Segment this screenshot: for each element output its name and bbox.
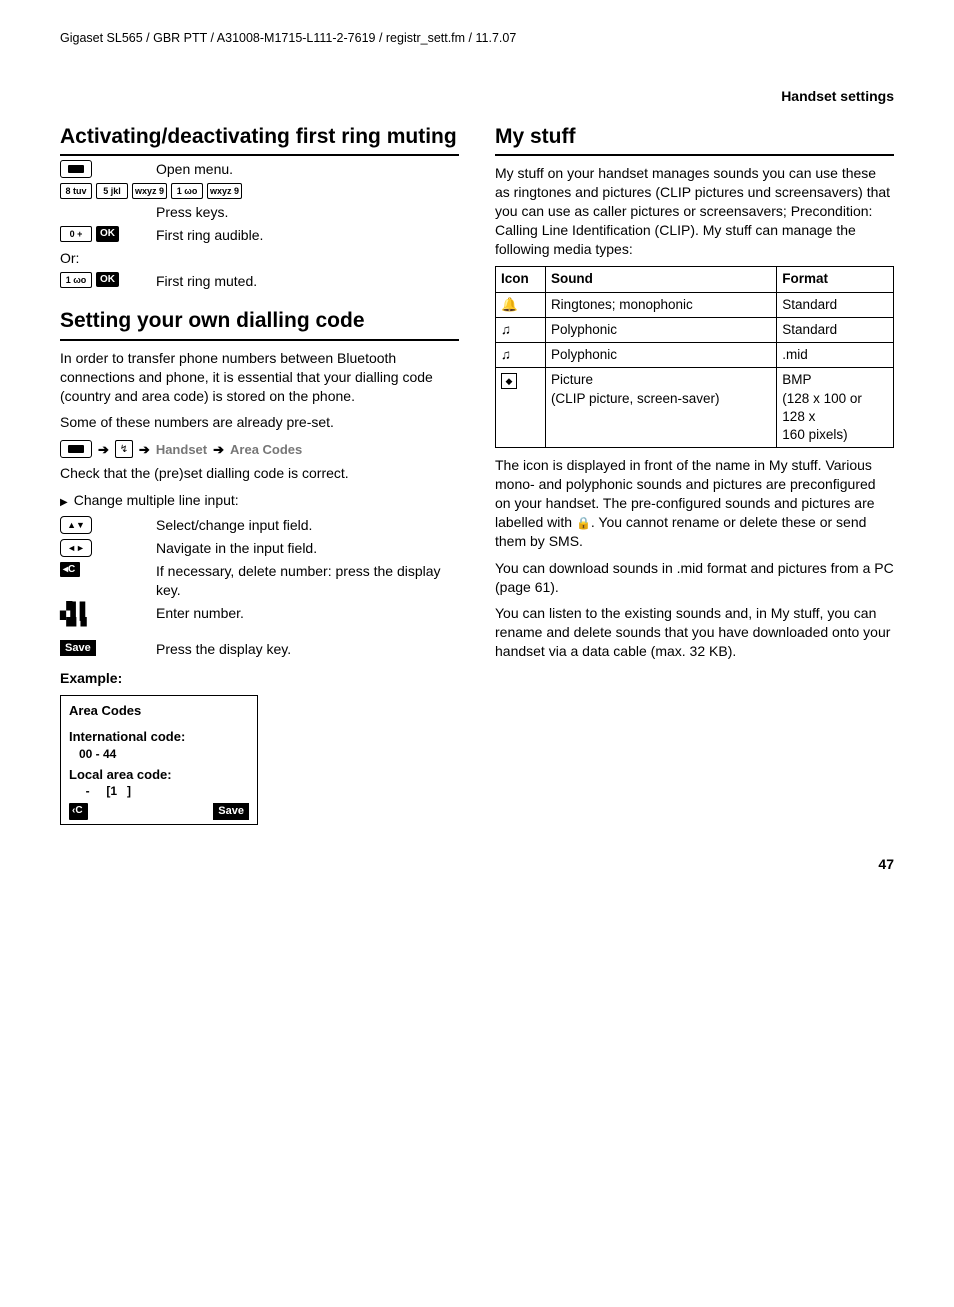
- left-column: Activating/deactivating first ring mutin…: [60, 124, 459, 826]
- cell-sound-0: Ringtones; monophonic: [545, 292, 776, 317]
- cell-sound-3: Picture (CLIP picture, screen-saver): [545, 368, 776, 448]
- table-row: ♫ Polyphonic Standard: [496, 317, 894, 342]
- note-icon: ♫: [501, 322, 511, 337]
- table-row: ♫ Polyphonic .mid: [496, 343, 894, 368]
- example-save: Save: [213, 803, 249, 820]
- key-1: 1 ωο: [171, 183, 203, 199]
- arrow-icon-3: ➔: [213, 441, 224, 459]
- heading-mystuff: My stuff: [495, 124, 894, 156]
- key-9a: wxyz 9: [132, 183, 167, 199]
- bullet-change-input: Change multiple line input:: [60, 491, 459, 510]
- row-navigate: ◄► Navigate in the input field.: [60, 539, 459, 558]
- local-label: Local area code:: [69, 766, 249, 784]
- mystuff-p2: The icon is displayed in front of the na…: [495, 456, 894, 550]
- open-menu-text: Open menu.: [156, 160, 459, 179]
- cell-format-2: .mid: [777, 343, 894, 368]
- select-text: Select/change input field.: [156, 516, 459, 535]
- table-row: 🔔 Ringtones; monophonic Standard: [496, 292, 894, 317]
- row-select: ▲▼ Select/change input field.: [60, 516, 459, 535]
- cell-format-1: Standard: [777, 317, 894, 342]
- menu-key-icon-2: [60, 440, 92, 458]
- heading-ring-muting: Activating/deactivating first ring mutin…: [60, 124, 459, 156]
- example-title: Area Codes: [69, 702, 249, 720]
- path-handset: Handset: [156, 441, 207, 459]
- page-header: Gigaset SL565 / GBR PTT / A31008-M1715-L…: [60, 30, 894, 47]
- example-label: Example:: [60, 669, 459, 688]
- row-save: Save Press the display key.: [60, 640, 459, 659]
- key-8: 8 tuv: [60, 183, 92, 199]
- nav-updown-icon: ▲▼: [60, 516, 92, 534]
- right-column: My stuff My stuff on your handset manage…: [495, 124, 894, 826]
- navigate-text: Navigate in the input field.: [156, 539, 459, 558]
- delete-text: If necessary, delete number: press the d…: [156, 562, 459, 600]
- enter-text: Enter number.: [156, 604, 459, 623]
- example-clear: ‹C: [69, 803, 88, 820]
- row-press-keys: 8 tuv 5 jkl wxyz 9 1 ωο wxyz 9: [60, 183, 459, 199]
- th-icon: Icon: [496, 267, 546, 292]
- example-box: Area Codes International code: 00 - 44 L…: [60, 695, 258, 825]
- cell-format-3: BMP (128 x 100 or 128 x 160 pixels): [777, 368, 894, 448]
- key-0: 0 +: [60, 226, 92, 242]
- press-keys-text: Press keys.: [156, 203, 459, 222]
- table-row: ◆ Picture (CLIP picture, screen-saver) B…: [496, 368, 894, 448]
- mystuff-p1: My stuff on your handset manages sounds …: [495, 164, 894, 258]
- key-1b: 1 ωο: [60, 272, 92, 288]
- menu-key-icon: [60, 160, 92, 178]
- c-key-icon: ◂C: [60, 562, 80, 578]
- table-header-row: Icon Sound Format: [496, 267, 894, 292]
- row-delete: ◂C If necessary, delete number: press th…: [60, 562, 459, 600]
- header-text: Gigaset SL565 / GBR PTT / A31008-M1715-L…: [60, 31, 516, 45]
- key-5: 5 jkl: [96, 183, 128, 199]
- arrow-icon-2: ➔: [139, 441, 150, 459]
- cell-format-0: Standard: [777, 292, 894, 317]
- cell-sound-2: Polyphonic: [545, 343, 776, 368]
- menu-path: ➔ ↯ ➔ Handset ➔ Area Codes: [60, 440, 459, 458]
- lock-icon: 🔒: [576, 516, 591, 530]
- heading-dialling: Setting your own dialling code: [60, 308, 459, 340]
- save-text: Press the display key.: [156, 640, 459, 659]
- th-format: Format: [777, 267, 894, 292]
- dial-para-2: Some of these numbers are already pre-se…: [60, 413, 459, 432]
- dial-para-1: In order to transfer phone numbers betwe…: [60, 349, 459, 406]
- th-sound: Sound: [545, 267, 776, 292]
- bell-icon: 🔔: [501, 297, 518, 312]
- mystuff-p3: You can download sounds in .mid format a…: [495, 559, 894, 597]
- audible-text: First ring audible.: [156, 226, 459, 245]
- cell-sound-1: Polyphonic: [545, 317, 776, 342]
- ok-badge-2: OK: [96, 272, 119, 288]
- row-enter: ▞▌▌▝▘▘ Enter number.: [60, 604, 459, 636]
- note-icon: ♫: [501, 347, 511, 362]
- intl-val: 00 - 44: [69, 746, 249, 762]
- arrow-icon: ➔: [98, 441, 109, 459]
- row-open-menu: Open menu.: [60, 160, 459, 179]
- picture-icon: ◆: [501, 373, 517, 389]
- row-press-keys-text: Press keys.: [60, 203, 459, 222]
- dial-para-3: Check that the (pre)set dialling code is…: [60, 464, 459, 483]
- key-9b: wxyz 9: [207, 183, 242, 199]
- or-text: Or:: [60, 249, 459, 268]
- save-badge: Save: [60, 640, 96, 657]
- path-area: Area Codes: [230, 441, 302, 459]
- keypad-icon: ▞▌▌▝▘▘: [60, 604, 91, 636]
- intl-label: International code:: [69, 728, 249, 746]
- muted-text: First ring muted.: [156, 272, 459, 291]
- row-audible: 0 + OK First ring audible.: [60, 226, 459, 245]
- page-number: 47: [60, 855, 894, 874]
- local-val: - [1 ]: [69, 783, 249, 799]
- settings-icon: ↯: [115, 440, 133, 458]
- section-label: Handset settings: [60, 87, 894, 106]
- mystuff-p4: You can listen to the existing sounds an…: [495, 604, 894, 661]
- media-table: Icon Sound Format 🔔 Ringtones; monophoni…: [495, 266, 894, 448]
- ok-badge-1: OK: [96, 226, 119, 242]
- nav-leftright-icon: ◄►: [60, 539, 92, 557]
- row-muted: 1 ωο OK First ring muted.: [60, 272, 459, 291]
